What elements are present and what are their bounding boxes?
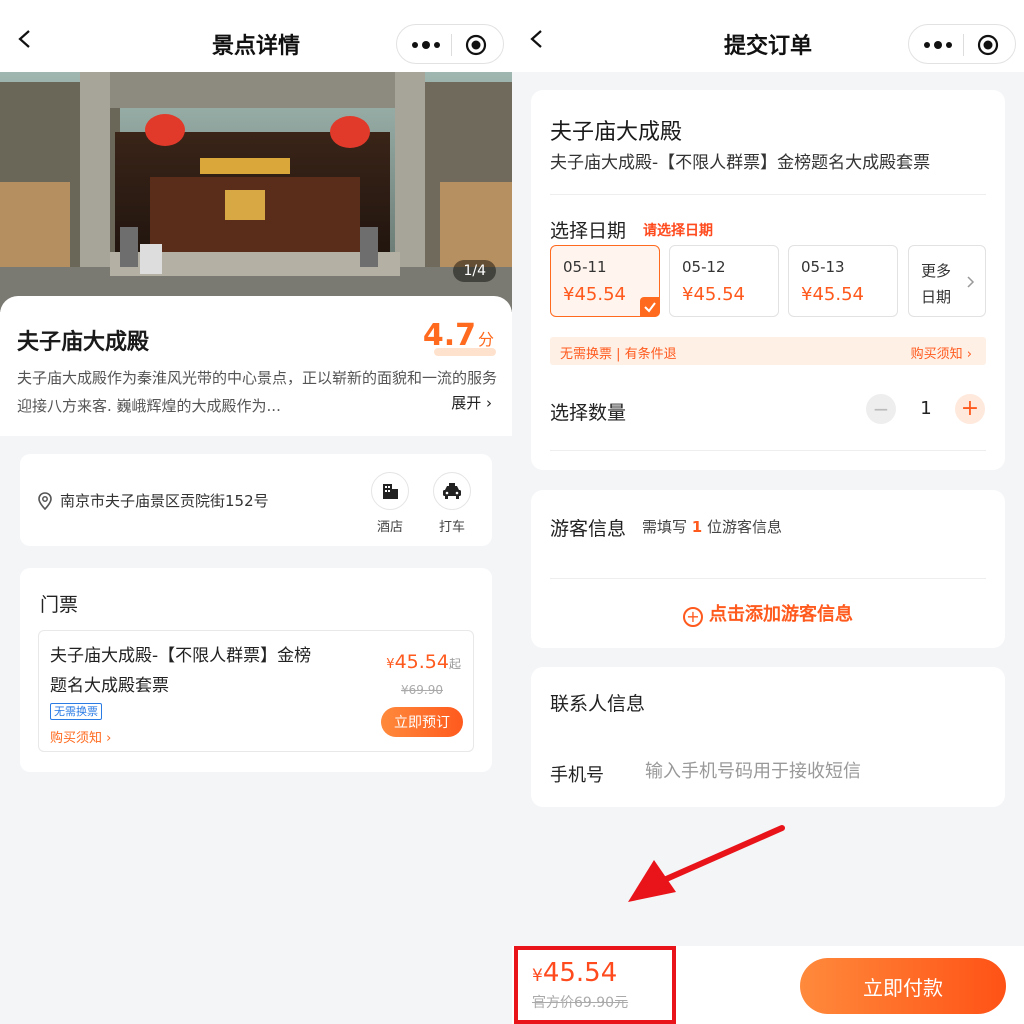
date-label: 05-11	[563, 258, 607, 276]
order-info-card: 夫子庙大成殿 夫子庙大成殿-【不限人群票】金榜题名大成殿套票 选择日期 请选择日…	[531, 90, 1005, 470]
original-price: ¥69.90	[401, 683, 443, 697]
price-highlight-box	[514, 946, 676, 1024]
price-suffix: 起	[448, 657, 461, 671]
red-arrow-annotation	[628, 825, 785, 902]
date-option-0512[interactable]: 05-12 ¥45.54	[669, 245, 779, 317]
hero-image[interactable]: 1/4	[0, 72, 512, 312]
ticket-section: 门票 夫子庙大成殿-【不限人群票】金榜题名大成殿套票 无需换票 购买须知 › ¥…	[20, 568, 492, 772]
capsule-divider	[963, 34, 964, 56]
date-label: 05-13	[801, 258, 845, 276]
tourist-hint: 需填写 1 位游客信息	[642, 516, 782, 537]
nav-bar: 提交订单	[512, 0, 1024, 72]
date-section-title: 选择日期	[550, 220, 627, 242]
capsule-divider	[451, 34, 452, 56]
pay-now-button[interactable]: 立即付款	[800, 958, 1006, 1014]
contact-info-card: 联系人信息 手机号	[531, 667, 1005, 807]
divider	[550, 450, 986, 451]
tourist-hint-prefix: 需填写	[642, 518, 688, 536]
quantity-title: 选择数量	[550, 402, 627, 424]
price-currency: ¥	[386, 657, 395, 672]
expand-link[interactable]: 展开 ›	[451, 392, 492, 413]
order-spot-name: 夫子庙大成殿	[550, 120, 683, 145]
check-icon	[644, 302, 656, 313]
more-dots-icon[interactable]	[923, 38, 953, 52]
add-tourist-button[interactable]: + 点击添加游客信息	[531, 600, 1005, 627]
order-ticket-name: 夫子庙大成殿-【不限人群票】金榜题名大成殿套票	[550, 153, 931, 173]
taxi-icon	[443, 483, 461, 499]
buy-note-link[interactable]: 购买须知 ›	[911, 343, 972, 362]
hotel-button[interactable]: 酒店	[370, 472, 410, 535]
date-hint: 请选择日期	[643, 223, 713, 239]
ticket-price: ¥45.54起	[386, 651, 461, 673]
more-dates-label: 更多日期	[921, 262, 952, 306]
rating: 4.7 分	[423, 318, 494, 353]
tourist-title: 游客信息	[550, 518, 627, 540]
minus-icon: −	[872, 397, 890, 421]
taxi-button[interactable]: 打车	[432, 472, 472, 535]
tourist-hint-suffix: 位游客信息	[707, 518, 783, 536]
tourist-count: 1	[691, 518, 703, 536]
more-dates-button[interactable]: 更多日期	[908, 245, 986, 317]
date-price: ¥45.54	[563, 284, 626, 305]
rating-value: 4.7	[422, 318, 476, 353]
date-option-0511[interactable]: 05-11 ¥45.54	[550, 245, 660, 317]
capsule-target-icon[interactable]	[465, 34, 487, 56]
plus-circle-icon: +	[683, 607, 703, 627]
location-pin-icon	[38, 492, 52, 510]
date-label: 05-12	[682, 258, 726, 276]
capsule-target-icon[interactable]	[977, 34, 999, 56]
spot-name: 夫子庙大成殿	[17, 330, 150, 355]
minus-button[interactable]: −	[866, 394, 896, 424]
quantity-value: 1	[920, 398, 932, 419]
plus-button[interactable]: +	[955, 394, 985, 424]
detail-screen: 景点详情 1/4 夫子庙大成殿 4.7 分 夫子庙大成殿作为秦淮风光带的中心景点…	[0, 0, 512, 1024]
buy-note-link[interactable]: 购买须知 ›	[50, 727, 111, 746]
mini-program-capsule	[908, 24, 1016, 64]
divider	[550, 194, 986, 195]
ticket-title: 夫子庙大成殿-【不限人群票】金榜题名大成殿套票	[50, 646, 312, 696]
mini-program-capsule	[396, 24, 504, 64]
selected-check-badge	[640, 297, 660, 317]
tourist-info-card: 游客信息 需填写 1 位游客信息 + 点击添加游客信息	[531, 490, 1005, 648]
spot-description: 夫子庙大成殿作为秦淮风光带的中心景点，正以崭新的面貌和一流的服务迎接八方来客. …	[17, 369, 498, 415]
payment-bar: ¥45.54 官方价69.90元 立即付款	[512, 946, 1024, 1024]
ticket-item[interactable]: 夫子庙大成殿-【不限人群票】金榜题名大成殿套票 无需换票 购买须知 › ¥45.…	[38, 630, 474, 752]
divider	[550, 578, 986, 579]
hotel-icon	[383, 484, 398, 499]
no-exchange-tag: 无需换票	[50, 703, 102, 720]
plus-icon: +	[960, 396, 980, 421]
spot-info-card: 夫子庙大成殿 4.7 分 夫子庙大成殿作为秦淮风光带的中心景点，正以崭新的面貌和一…	[0, 296, 512, 436]
book-now-button[interactable]: 立即预订	[381, 707, 463, 737]
address-text[interactable]: 南京市夫子庙景区贡院街152号	[60, 490, 269, 511]
chevron-right-icon	[967, 276, 975, 288]
nav-bar: 景点详情	[0, 0, 512, 72]
date-price: ¥45.54	[801, 284, 864, 305]
phone-input[interactable]	[645, 755, 945, 787]
add-tourist-label: 点击添加游客信息	[709, 604, 853, 625]
more-dots-icon[interactable]	[411, 38, 441, 52]
ticket-notice-bar[interactable]: 无需换票 | 有条件退 购买须知 ›	[550, 337, 986, 365]
rating-unit: 分	[477, 330, 494, 349]
taxi-label: 打车	[438, 520, 465, 535]
price-value: 45.54	[394, 651, 449, 673]
contact-title: 联系人信息	[550, 693, 646, 715]
date-price: ¥45.54	[682, 284, 745, 305]
address-card: 南京市夫子庙景区贡院街152号 酒店 打车	[20, 454, 492, 546]
date-option-0513[interactable]: 05-13 ¥45.54	[788, 245, 898, 317]
ticket-section-title: 门票	[40, 594, 79, 616]
phone-label: 手机号	[550, 765, 604, 786]
notice-policy: 无需换票 | 有条件退	[560, 347, 677, 362]
image-counter: 1/4	[453, 260, 496, 282]
hotel-label: 酒店	[376, 520, 403, 535]
